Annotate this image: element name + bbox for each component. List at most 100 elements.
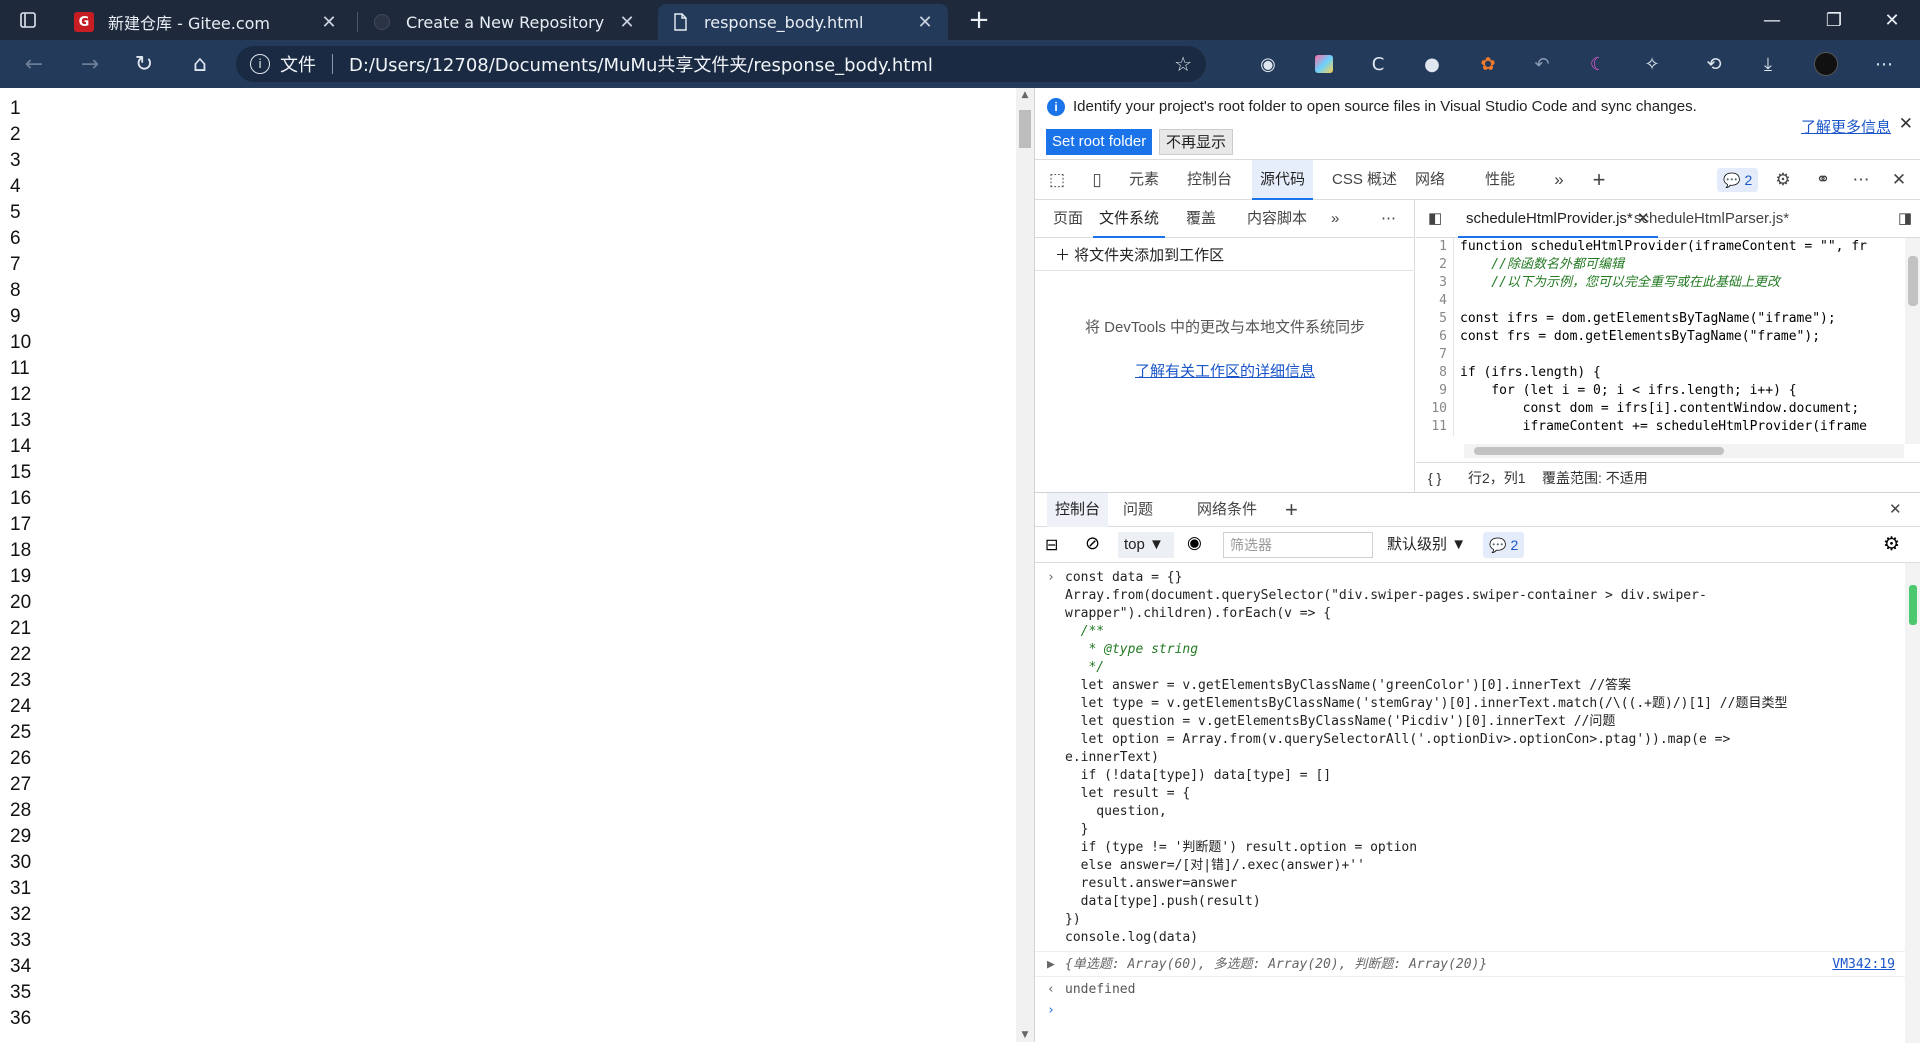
dark-mode-icon[interactable]: ☾: [1586, 52, 1610, 76]
pretty-print-icon[interactable]: { }: [1428, 463, 1441, 493]
line-number: 2: [10, 124, 21, 145]
tab-response-body[interactable]: response_body.html ✕: [658, 4, 948, 40]
console-prompt[interactable]: ›: [1035, 1003, 1905, 1023]
device-emulation-icon[interactable]: ▯: [1085, 168, 1109, 192]
url-text[interactable]: D:/Users/12708/Documents/MuMu共享文件夹/respo…: [349, 51, 933, 77]
console-input-line: question,: [1035, 803, 1905, 821]
close-tab-icon[interactable]: ✕: [914, 12, 936, 33]
add-drawer-tab-icon[interactable]: +: [1277, 493, 1306, 527]
close-drawer-icon[interactable]: ✕: [1881, 493, 1910, 527]
live-expression-eye-icon[interactable]: ◉: [1187, 533, 1202, 553]
close-tab-icon[interactable]: ✕: [318, 12, 340, 33]
tab-css-overview[interactable]: CSS 概述: [1324, 160, 1405, 200]
downloads-icon[interactable]: ⤓: [1756, 52, 1780, 76]
editor-tab-label: scheduleHtmlProvider.js*: [1466, 210, 1633, 227]
extension-icon-2[interactable]: [1312, 52, 1336, 76]
history-icon[interactable]: ⟲: [1702, 52, 1726, 76]
code-line-number: 7: [1416, 346, 1454, 364]
console-settings-icon[interactable]: ⚙: [1883, 533, 1900, 556]
console-input-text: if (!data[type]) data[type] = []: [1065, 768, 1332, 783]
add-tab-icon[interactable]: +: [1587, 167, 1611, 192]
issues-badge[interactable]: 💬 2: [1717, 168, 1759, 192]
extensions-icon[interactable]: ✧: [1640, 52, 1664, 76]
console-input-text: }: [1065, 822, 1089, 837]
profile-avatar[interactable]: [1814, 52, 1838, 76]
log-source-link[interactable]: VM342:19: [1832, 952, 1895, 978]
code-area[interactable]: 1 function scheduleHtmlProvider(iframeCon…: [1416, 238, 1896, 444]
add-folder-button[interactable]: ＋ 将文件夹添加到工作区: [1055, 244, 1224, 265]
back-button[interactable]: ←: [16, 48, 52, 80]
log-level-label: 默认级别: [1387, 536, 1448, 553]
tab-performance[interactable]: 性能: [1477, 160, 1523, 200]
minimize-button[interactable]: —: [1744, 0, 1800, 40]
dont-show-again-button[interactable]: 不再显示: [1159, 129, 1234, 155]
extension-icon-5[interactable]: ✿: [1476, 52, 1500, 76]
home-button[interactable]: ⌂: [182, 48, 218, 80]
drawer-tab-network-conditions[interactable]: 网络条件: [1189, 493, 1265, 527]
tab-overrides[interactable]: 覆盖: [1180, 200, 1222, 238]
code-line-text: const ifrs = dom.getElementsByTagName("i…: [1460, 311, 1836, 326]
page-scrollbar[interactable]: ▲ ▼: [1016, 88, 1034, 1042]
context-selector[interactable]: top ▼: [1118, 532, 1174, 558]
console-issues-badge[interactable]: 💬 2: [1483, 532, 1525, 558]
tab-network[interactable]: 网络: [1407, 160, 1453, 200]
refresh-button[interactable]: ↻: [126, 48, 162, 80]
code-line: 1 function scheduleHtmlProvider(iframeCon…: [1416, 238, 1896, 256]
clear-console-icon[interactable]: ⊘: [1085, 533, 1100, 554]
learn-more-link[interactable]: 了解更多信息: [1801, 116, 1891, 137]
close-tab-icon[interactable]: ✕: [616, 12, 638, 33]
maximize-button[interactable]: ❐: [1806, 0, 1862, 40]
navigator-menu-icon[interactable]: ⋯: [1375, 200, 1402, 238]
more-options-icon[interactable]: ⋯: [1849, 168, 1873, 192]
tab-content-scripts[interactable]: 内容脚本: [1241, 200, 1313, 238]
editor-horizontal-scrollbar[interactable]: [1464, 444, 1904, 458]
add-favorite-icon[interactable]: ☆: [1174, 52, 1192, 76]
log-object-preview[interactable]: {单选题: Array(60), 多选题: Array(20), 判断题: Ar…: [1065, 957, 1487, 972]
more-tabs-icon[interactable]: »: [1547, 168, 1571, 192]
extension-icon-3[interactable]: C: [1366, 52, 1390, 76]
close-window-button[interactable]: ✕: [1864, 0, 1920, 40]
console-input-text: let type = v.getElementsByClassName('ste…: [1065, 696, 1788, 711]
tab-gitee[interactable]: G 新建仓库 - Gitee.com ✕: [62, 4, 352, 40]
close-infobar-icon[interactable]: ✕: [1899, 114, 1913, 134]
console-input-line: * @type string: [1035, 641, 1905, 659]
editor-vertical-scrollbar[interactable]: [1905, 238, 1920, 444]
extension-icon-6[interactable]: ↶: [1530, 52, 1554, 76]
tab-github[interactable]: Create a New Repository ✕: [360, 4, 650, 40]
console-sidebar-icon[interactable]: ⊟: [1045, 535, 1058, 555]
coverage-status: 覆盖范围: 不适用: [1542, 470, 1648, 486]
console-filter-input[interactable]: [1223, 532, 1373, 558]
console-output[interactable]: › const data = {} Array.from(document.quer…: [1035, 563, 1905, 1043]
inspect-element-icon[interactable]: ⬚: [1045, 168, 1069, 192]
toggle-debugger-icon[interactable]: ◨: [1890, 200, 1920, 238]
expand-triangle-icon[interactable]: ▶: [1047, 952, 1055, 978]
tab-elements[interactable]: 元素: [1121, 160, 1167, 200]
more-navigator-tabs-icon[interactable]: »: [1325, 200, 1345, 238]
tab-page[interactable]: 页面: [1047, 200, 1089, 238]
log-level-dropdown[interactable]: 默认级别 ▼: [1387, 532, 1466, 558]
drawer-tab-console[interactable]: 控制台: [1047, 493, 1109, 527]
console-scrollbar[interactable]: [1905, 563, 1920, 1043]
workspace-info-link[interactable]: 了解有关工作区的详细信息: [1035, 360, 1415, 381]
extension-icon-1[interactable]: ◉: [1256, 52, 1280, 76]
toggle-navigator-icon[interactable]: ◧: [1420, 200, 1450, 238]
console-log-result[interactable]: ▶ {单选题: Array(60), 多选题: Array(20), 判断题: …: [1035, 951, 1905, 977]
set-root-folder-button[interactable]: Set root folder: [1046, 129, 1153, 155]
tab-console[interactable]: 控制台: [1179, 160, 1240, 200]
tab-sources[interactable]: 源代码: [1252, 160, 1314, 200]
more-menu-icon[interactable]: ⋯: [1872, 52, 1896, 76]
line-number: 12: [10, 384, 32, 405]
customize-icon[interactable]: ⚭: [1811, 168, 1835, 192]
settings-icon[interactable]: ⚙: [1771, 168, 1795, 192]
tab-actions-button[interactable]: [8, 4, 48, 36]
close-devtools-icon[interactable]: ✕: [1887, 168, 1911, 192]
drawer-tab-issues[interactable]: 问题: [1115, 493, 1161, 527]
info-icon[interactable]: i: [250, 54, 270, 74]
editor-tab-parser[interactable]: scheduleHtmlParser.js*: [1626, 200, 1797, 238]
console-input-text: result.answer=answer: [1065, 876, 1238, 891]
address-bar[interactable]: i 文件 D:/Users/12708/Documents/MuMu共享文件夹/…: [236, 46, 1206, 82]
new-tab-button[interactable]: +: [962, 4, 996, 36]
forward-button[interactable]: →: [72, 48, 108, 80]
extension-icon-4[interactable]: ●: [1420, 52, 1444, 76]
tab-filesystem[interactable]: 文件系统: [1093, 200, 1166, 238]
